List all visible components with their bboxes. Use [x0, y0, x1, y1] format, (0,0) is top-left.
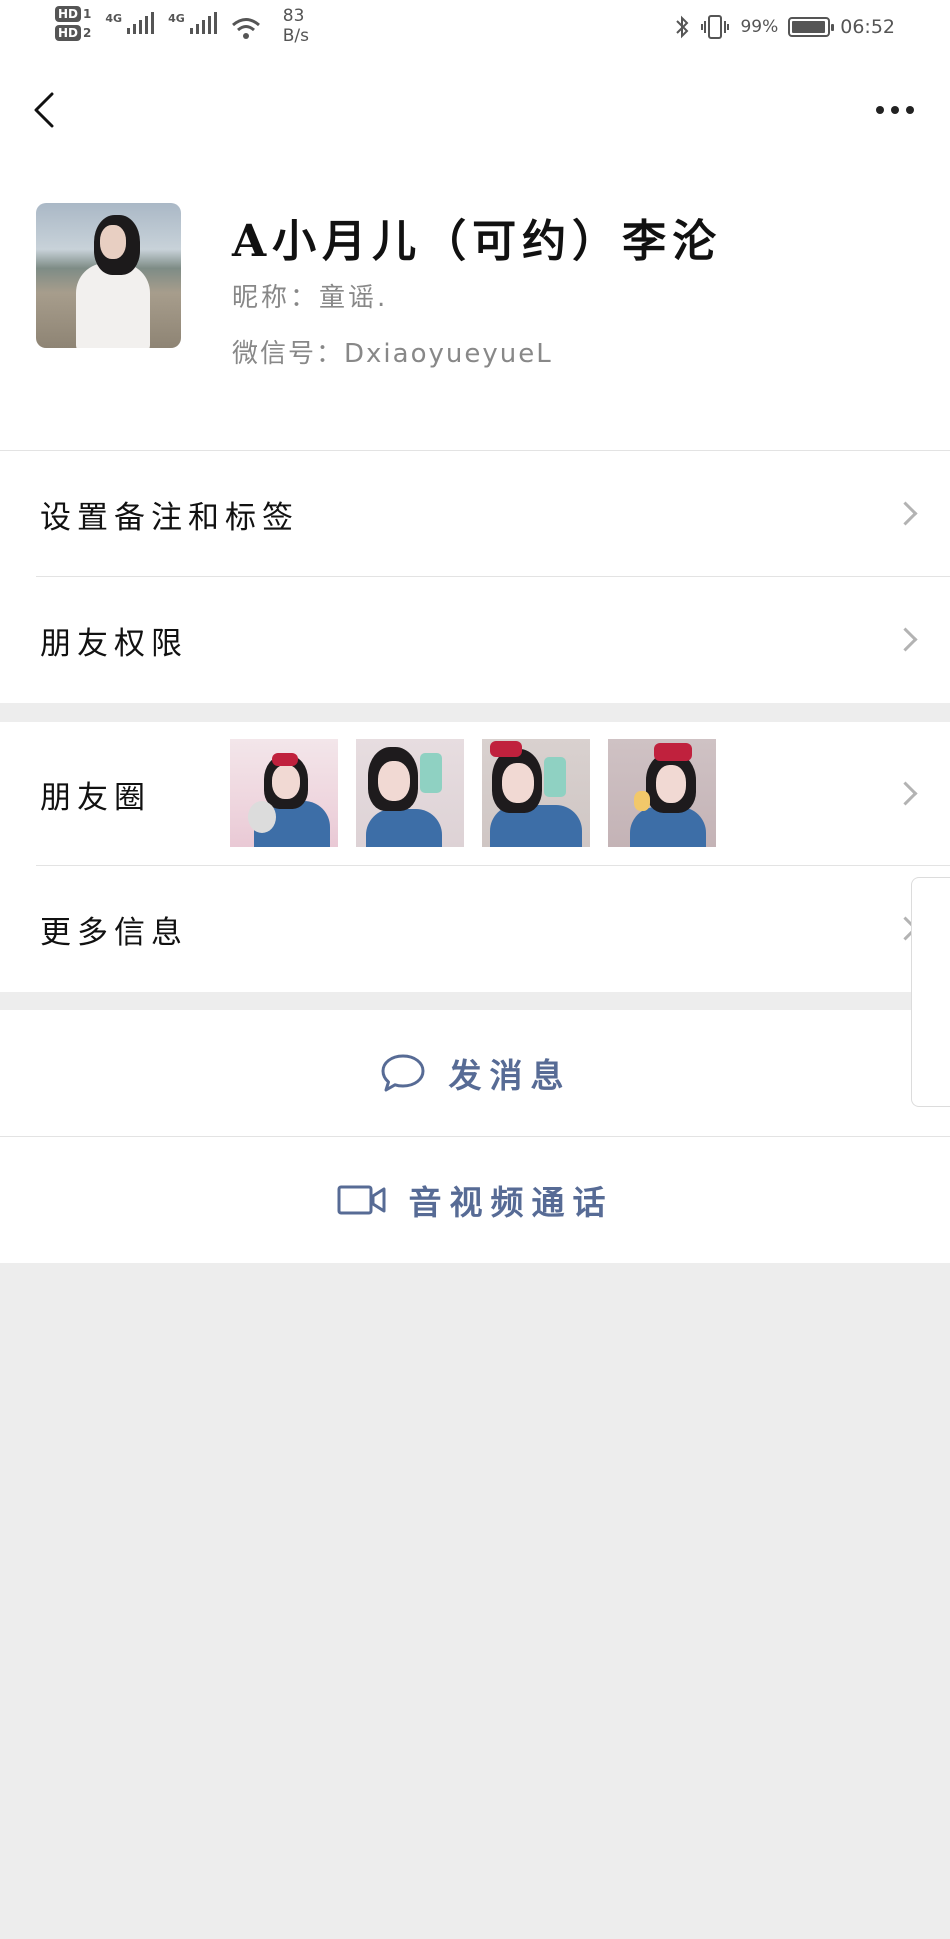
wechat-id: 微信号：DxiaoyueyueL	[232, 339, 553, 369]
settings-section: 设置备注和标签 朋友权限	[0, 450, 950, 703]
more-info-row[interactable]: 更多信息	[0, 866, 950, 992]
friend-permissions-label: 朋友权限	[40, 625, 188, 662]
chat-bubble-icon	[379, 1052, 427, 1094]
vibrate-icon	[701, 15, 730, 39]
sim2-hd-badge: HD 2	[55, 25, 91, 41]
nickname: 昵称：童谣.	[232, 283, 389, 313]
network-speed: 83 B/s	[283, 6, 309, 46]
actions-section: 发消息 音视频通话	[0, 1010, 950, 1263]
sim2-hd-label: HD	[55, 25, 82, 41]
top-nav-bar	[0, 60, 950, 160]
moments-thumbnails	[230, 739, 716, 847]
remark-tags-row[interactable]: 设置备注和标签	[0, 451, 950, 577]
moments-thumbnail	[482, 739, 590, 847]
video-camera-icon	[337, 1184, 387, 1216]
remark-tags-label: 设置备注和标签	[40, 499, 299, 536]
send-message-label: 发消息	[448, 1056, 572, 1095]
more-dots-icon	[876, 106, 884, 114]
status-bar: HD 1 HD 2 4G 4G 83 B/s 99% 06:52	[0, 0, 950, 60]
sim1-index: 1	[83, 7, 92, 21]
signal-1-icon: 4G	[105, 12, 155, 34]
video-call-label: 音视频通话	[408, 1183, 614, 1222]
chevron-right-icon	[893, 627, 918, 652]
battery-percent: 99%	[740, 17, 779, 37]
display-name: A小月儿（可约）李沦	[232, 216, 723, 267]
network-speed-value: 83	[282, 6, 305, 26]
status-right: 99% 06:52	[674, 14, 895, 40]
sim1-hd-label: HD	[55, 6, 82, 22]
network-type-2: 4G	[168, 12, 185, 25]
status-left: HD 1 HD 2 4G 4G 83 B/s	[55, 6, 309, 46]
profile-card: A小月儿（可约）李沦 昵称：童谣. 微信号：DxiaoyueyueL	[0, 160, 950, 450]
moments-row[interactable]: 朋友圈	[0, 722, 950, 866]
info-section: 朋友圈 更多信息	[0, 722, 950, 992]
hd-indicators: HD 1 HD 2	[55, 6, 91, 41]
more-options-button[interactable]	[870, 90, 920, 130]
moments-label: 朋友圈	[40, 779, 151, 816]
sim1-hd-badge: HD 1	[55, 6, 91, 22]
wifi-icon	[231, 18, 260, 39]
chevron-right-icon	[893, 501, 918, 526]
more-info-label: 更多信息	[40, 914, 188, 951]
battery-icon	[788, 17, 835, 37]
video-call-button[interactable]: 音视频通话	[0, 1137, 950, 1263]
moments-thumbnail	[230, 739, 338, 847]
clock: 06:52	[840, 16, 895, 38]
avatar[interactable]	[36, 203, 181, 348]
moments-thumbnail	[356, 739, 464, 847]
moments-thumbnail	[608, 739, 716, 847]
bluetooth-icon	[676, 15, 689, 39]
sim2-index: 2	[83, 26, 92, 40]
chevron-right-icon	[893, 781, 918, 806]
back-arrow-icon	[34, 92, 54, 128]
send-message-button[interactable]: 发消息	[0, 1010, 950, 1136]
signal-2-icon: 4G	[168, 12, 217, 34]
friend-permissions-row[interactable]: 朋友权限	[0, 577, 950, 703]
back-button[interactable]	[28, 90, 68, 130]
floating-edge-tab[interactable]	[911, 877, 950, 1107]
network-speed-unit: B/s	[282, 26, 309, 46]
network-type-1: 4G	[105, 12, 123, 25]
